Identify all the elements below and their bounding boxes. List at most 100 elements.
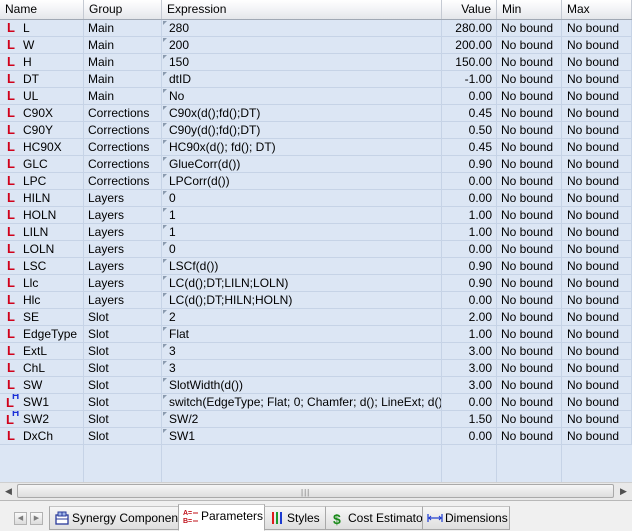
value-cell[interactable]: 0.00 — [442, 173, 497, 189]
max-cell[interactable]: No bound — [562, 411, 632, 427]
max-cell[interactable]: No bound — [562, 54, 632, 70]
value-cell[interactable]: 3.00 — [442, 360, 497, 376]
table-row[interactable]: L SW Slot SlotWidth(d()) 3.00 No bound No boun… — [0, 377, 632, 394]
expression-cell[interactable]: 150 — [162, 54, 442, 70]
max-cell[interactable]: No bound — [562, 292, 632, 308]
table-row[interactable]: L DxCh Slot SW1 0.00 No bound No bound — [0, 428, 632, 445]
min-cell[interactable]: No bound — [497, 190, 562, 206]
max-cell[interactable]: No bound — [562, 394, 632, 410]
group-cell[interactable]: Slot — [84, 377, 162, 393]
horizontal-scrollbar[interactable]: ◀ ||| ▶ — [0, 482, 632, 500]
max-cell[interactable]: No bound — [562, 207, 632, 223]
table-row[interactable]: L H SW1 Slot switch(EdgeType; Flat; 0; Chamf… — [0, 394, 632, 411]
table-row[interactable]: L LSC Layers LSCf(d()) 0.90 No bound No bound — [0, 258, 632, 275]
min-cell[interactable]: No bound — [497, 360, 562, 376]
parameter-name-cell[interactable]: L HOLN — [0, 207, 84, 223]
expression-cell[interactable]: 2 — [162, 309, 442, 325]
expression-cell[interactable]: 0 — [162, 190, 442, 206]
parameter-name-cell[interactable]: L LOLN — [0, 241, 84, 257]
parameter-name-cell[interactable]: L C90Y — [0, 122, 84, 138]
table-row[interactable]: L C90Y Corrections C90y(d();fd();DT) 0.50 No … — [0, 122, 632, 139]
parameter-name-cell[interactable]: L UL — [0, 88, 84, 104]
column-header-value[interactable]: Value — [442, 0, 497, 19]
expression-cell[interactable]: 3 — [162, 360, 442, 376]
tab-styles[interactable]: Styles — [264, 506, 326, 530]
table-row[interactable]: L UL Main No 0.00 No bound No bound — [0, 88, 632, 105]
group-cell[interactable]: Layers — [84, 292, 162, 308]
min-cell[interactable]: No bound — [497, 37, 562, 53]
expression-cell[interactable]: SW1 — [162, 428, 442, 444]
parameter-name-cell[interactable]: L GLC — [0, 156, 84, 172]
max-cell[interactable]: No bound — [562, 173, 632, 189]
max-cell[interactable]: No bound — [562, 360, 632, 376]
min-cell[interactable]: No bound — [497, 343, 562, 359]
column-header-min[interactable]: Min — [497, 0, 562, 19]
expression-cell[interactable]: LC(d();DT;HILN;HOLN) — [162, 292, 442, 308]
max-cell[interactable]: No bound — [562, 190, 632, 206]
max-cell[interactable]: No bound — [562, 377, 632, 393]
max-cell[interactable]: No bound — [562, 105, 632, 121]
table-row[interactable]: L ExtL Slot 3 3.00 No bound No bound — [0, 343, 632, 360]
value-cell[interactable]: 0.00 — [442, 292, 497, 308]
group-cell[interactable]: Layers — [84, 241, 162, 257]
expression-cell[interactable]: C90y(d();fd();DT) — [162, 122, 442, 138]
value-cell[interactable]: 0.90 — [442, 156, 497, 172]
expression-cell[interactable]: dtID — [162, 71, 442, 87]
value-cell[interactable]: 0.00 — [442, 190, 497, 206]
group-cell[interactable]: Slot — [84, 343, 162, 359]
group-cell[interactable]: Main — [84, 88, 162, 104]
table-row[interactable]: L HC90X Corrections HC90x(d(); fd(); DT) 0.4… — [0, 139, 632, 156]
value-cell[interactable]: 0.00 — [442, 88, 497, 104]
value-cell[interactable]: 2.00 — [442, 309, 497, 325]
value-cell[interactable]: 150.00 — [442, 54, 497, 70]
expression-cell[interactable]: switch(EdgeType; Flat; 0; Chamfer; d(); … — [162, 394, 442, 410]
min-cell[interactable]: No bound — [497, 122, 562, 138]
value-cell[interactable]: 280.00 — [442, 20, 497, 36]
group-cell[interactable]: Main — [84, 54, 162, 70]
min-cell[interactable]: No bound — [497, 224, 562, 240]
group-cell[interactable]: Layers — [84, 258, 162, 274]
expression-cell[interactable]: SW/2 — [162, 411, 442, 427]
min-cell[interactable]: No bound — [497, 309, 562, 325]
table-row[interactable]: L H Main 150 150.00 No bound No bound — [0, 54, 632, 71]
parameter-name-cell[interactable]: LH — [0, 54, 84, 70]
value-cell[interactable]: 3.00 — [442, 377, 497, 393]
min-cell[interactable]: No bound — [497, 71, 562, 87]
parameter-name-cell[interactable]: L DT — [0, 71, 84, 87]
expression-cell[interactable]: LSCf(d()) — [162, 258, 442, 274]
table-row[interactable]: L H SW2 Slot SW/2 1.50 No bound No bound — [0, 411, 632, 428]
table-row[interactable]: L SE Slot 2 2.00 No bound No bound — [0, 309, 632, 326]
expression-cell[interactable]: No — [162, 88, 442, 104]
group-cell[interactable]: Corrections — [84, 139, 162, 155]
max-cell[interactable]: No bound — [562, 71, 632, 87]
table-row[interactable]: L ChL Slot 3 3.00 No bound No bound — [0, 360, 632, 377]
expression-cell[interactable]: LC(d();DT;LILN;LOLN) — [162, 275, 442, 291]
min-cell[interactable]: No bound — [497, 156, 562, 172]
parameter-name-cell[interactable]: L SW — [0, 377, 84, 393]
min-cell[interactable]: No bound — [497, 292, 562, 308]
max-cell[interactable]: No bound — [562, 326, 632, 342]
min-cell[interactable]: No bound — [497, 20, 562, 36]
max-cell[interactable]: No bound — [562, 139, 632, 155]
table-row[interactable]: L Hlc Layers LC(d();DT;HILN;HOLN) 0.00 No bou… — [0, 292, 632, 309]
max-cell[interactable]: No bound — [562, 20, 632, 36]
value-cell[interactable]: 0.90 — [442, 275, 497, 291]
value-cell[interactable]: 0.50 — [442, 122, 497, 138]
expression-cell[interactable]: 1 — [162, 207, 442, 223]
value-cell[interactable]: 0.90 — [442, 258, 497, 274]
min-cell[interactable]: No bound — [497, 258, 562, 274]
min-cell[interactable]: No bound — [497, 139, 562, 155]
group-cell[interactable]: Corrections — [84, 105, 162, 121]
value-cell[interactable]: 0.45 — [442, 139, 497, 155]
min-cell[interactable]: No bound — [497, 241, 562, 257]
min-cell[interactable]: No bound — [497, 394, 562, 410]
table-row[interactable]: L GLC Corrections GlueCorr(d()) 0.90 No bound… — [0, 156, 632, 173]
group-cell[interactable]: Corrections — [84, 156, 162, 172]
expression-cell[interactable]: GlueCorr(d()) — [162, 156, 442, 172]
max-cell[interactable]: No bound — [562, 224, 632, 240]
group-cell[interactable]: Main — [84, 20, 162, 36]
tab-dimensions[interactable]: Dimensions — [422, 506, 510, 530]
min-cell[interactable]: No bound — [497, 105, 562, 121]
min-cell[interactable]: No bound — [497, 411, 562, 427]
column-header-name[interactable]: Name — [0, 0, 84, 19]
